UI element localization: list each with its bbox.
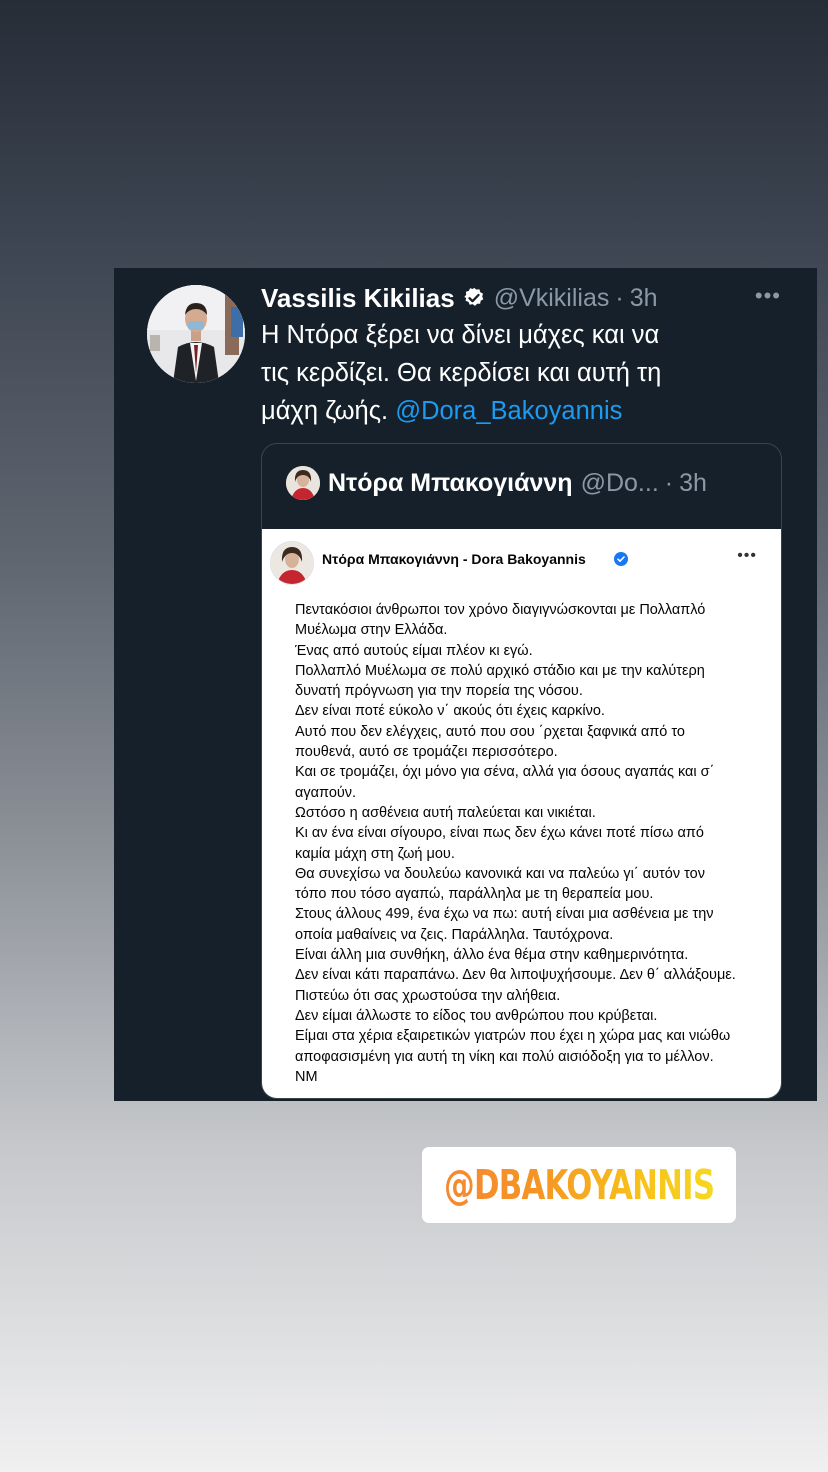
- facebook-avatar-image: [271, 542, 313, 584]
- post-line: Ένας από αυτούς είμαι πλέον κι εγώ.: [295, 642, 533, 659]
- post-line: αγαπούν.: [295, 784, 357, 801]
- tweet-timestamp[interactable]: 3h: [630, 284, 658, 313]
- facebook-author-name: Ντόρα Μπακογιάννη - Dora Bakoyannis: [322, 551, 586, 567]
- post-line: πουθενά, αυτό σε τρομάζει περισσότερο.: [295, 744, 558, 761]
- tweet-text: Η Ντόρα ξέρει να δίνει μάχες και να τις …: [261, 316, 781, 430]
- post-line: Πεντακόσιοι άνθρωποι τον χρόνο διαγιγνώσ…: [295, 602, 706, 618]
- more-options-icon[interactable]: •••: [755, 285, 781, 307]
- post-line: Αυτό που δεν ελέγχεις, αυτό που σου ΄ρχε…: [295, 723, 685, 740]
- quoted-author-handle[interactable]: @Do...: [581, 469, 659, 498]
- post-line: Θα συνεχίσω να δουλεύω κανονικά και να π…: [295, 865, 705, 882]
- author-handle[interactable]: @Vkikilias: [494, 284, 610, 313]
- facebook-more-icon: •••: [737, 547, 757, 564]
- tweet-text-line: μάχη ζωής. @Dora_Bakoyannis: [261, 392, 781, 430]
- separator-dot: ·: [615, 283, 624, 312]
- post-line: Δεν είμαι άλλωστε το είδος του ανθρώπου …: [295, 1007, 658, 1024]
- mention-link[interactable]: @Dora_Bakoyannis: [395, 397, 622, 425]
- post-line: καμία μάχη στη ζωή μου.: [295, 845, 455, 862]
- mention-sticker-text: @DBAKOYANNIS: [443, 1161, 715, 1209]
- tweet-card[interactable]: Vassilis Kikilias @Vkikilias · 3h ••• Η …: [114, 268, 817, 1101]
- post-line: τόπο που τόσο αγαπώ, παράλληλα με τη θερ…: [295, 886, 654, 903]
- facebook-verified-icon: [614, 552, 628, 566]
- verified-badge-icon: [464, 287, 484, 306]
- tweet-text-line: Η Ντόρα ξέρει να δίνει μάχες και να: [261, 321, 660, 349]
- post-line: οποία μαθαίνεις να ζεις. Παράλληλα. Ταυτ…: [295, 926, 614, 943]
- post-line: Ωστόσο η ασθένεια αυτή παλεύεται και νικ…: [295, 804, 596, 821]
- post-line: δυνατή πρόγνωση για την πορεία της νόσου…: [295, 683, 583, 700]
- quoted-tweet-timestamp[interactable]: 3h: [679, 469, 707, 498]
- post-line: Δεν είναι ποτέ εύκολο ν΄ ακούς ότι έχεις…: [295, 703, 605, 720]
- post-line: Στους άλλους 499, ένα έχω να πω: αυτή εί…: [295, 906, 714, 923]
- tweet-header: Vassilis Kikilias @Vkikilias · 3h: [261, 280, 787, 316]
- quoted-avatar-image: [286, 466, 320, 500]
- post-line: Πιστεύω ότι σας χρωστούσα την αλήθεια.: [295, 987, 561, 1004]
- post-line: Πολλαπλό Μυέλωμα σε πολύ αρχικό στάδιο κ…: [295, 662, 705, 679]
- post-line: Μυέλωμα στην Ελλάδα.: [295, 622, 448, 639]
- quoted-author-avatar[interactable]: [286, 466, 320, 500]
- author-avatar-image: [147, 285, 245, 383]
- author-name[interactable]: Vassilis Kikilias: [261, 283, 455, 314]
- post-line: αποφασισμένη για αυτή τη νίκη και πολύ α…: [295, 1048, 714, 1065]
- facebook-post-screenshot[interactable]: Ντόρα Μπακογιάννη - Dora Bakoyannis ••• …: [262, 529, 781, 1098]
- post-line: Κι αν ένα είναι σίγουρο, είναι πως δεν έ…: [295, 825, 704, 842]
- post-line: Και σε τρομάζει, όχι μόνο για σένα, αλλά…: [295, 764, 715, 781]
- tweet-text-fragment: μάχη ζωής.: [261, 397, 396, 425]
- author-avatar[interactable]: [147, 285, 245, 383]
- facebook-post-text: Πεντακόσιοι άνθρωποι τον χρόνο διαγιγνώσ…: [295, 600, 775, 1087]
- quoted-tweet-header: Ντόρα Μπακογιάννη @Do... · 3h: [286, 465, 757, 501]
- post-line: ΝΜ: [295, 1068, 318, 1085]
- mention-sticker[interactable]: @DBAKOYANNIS: [422, 1147, 736, 1223]
- quoted-author-name[interactable]: Ντόρα Μπακογιάννη: [328, 469, 573, 498]
- post-line: Δεν είναι κάτι παραπάνω. Δεν θα λιποψυχή…: [295, 967, 736, 984]
- post-line: Είμαι στα χέρια εξαιρετικών γιατρών που …: [295, 1028, 731, 1045]
- facebook-author-avatar: [270, 541, 314, 585]
- post-line: Είναι άλλη μια συνθήκη, άλλο ένα θέμα στ…: [295, 947, 689, 964]
- separator-dot: ·: [664, 468, 674, 497]
- quoted-tweet[interactable]: Ντόρα Μπακογιάννη @Do... · 3h Ντόρα Μπακ…: [261, 443, 782, 1099]
- tweet-text-line: τις κερδίζει. Θα κερδίσει και αυτή τη: [261, 359, 662, 387]
